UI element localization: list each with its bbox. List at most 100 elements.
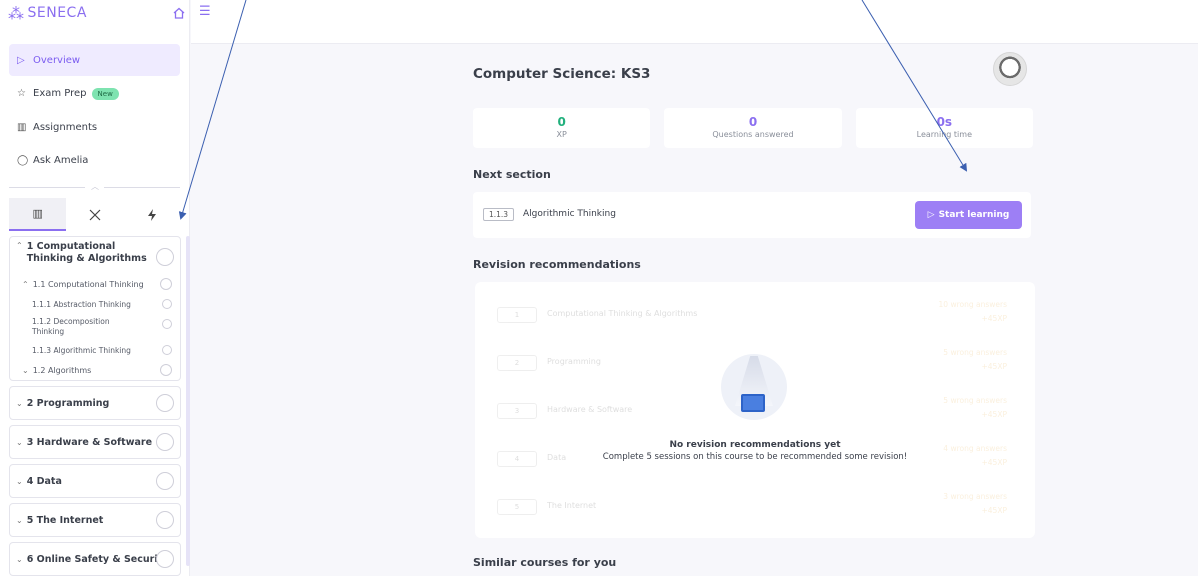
- stat-value: 0: [557, 115, 566, 129]
- toc-item-title: 1.1.1 Abstraction Thinking: [32, 299, 131, 309]
- revision-wrong: 5 wrong answers: [943, 348, 1007, 357]
- start-learning-button[interactable]: ▷ Start learning: [915, 201, 1022, 229]
- revision-wrong: 10 wrong answers: [938, 300, 1007, 309]
- toc-section[interactable]: ⌄ 6 Online Safety & Security: [9, 542, 181, 576]
- main-nav: ▷ Overview ☆ Exam Prep New ▥ Assignments…: [0, 44, 189, 177]
- revision-name: Programming: [547, 357, 601, 366]
- revision-row: 5 The Internet 3 wrong answers +45XP: [497, 492, 1017, 522]
- star-icon: ☆: [17, 88, 26, 100]
- chevron-down-icon: ⌄: [22, 365, 29, 375]
- play-outline-icon: ▷: [17, 54, 25, 66]
- toc-item-title: 1.1.2 Decomposition Thinking: [32, 317, 110, 336]
- nav-item-ask-amelia[interactable]: ◯ Ask Amelia: [9, 145, 180, 177]
- nav-item-overview[interactable]: ▷ Overview: [9, 44, 180, 76]
- revision-chip: 5: [497, 499, 537, 515]
- empty-state-text: Complete 5 sessions on this course to be…: [602, 452, 908, 462]
- nav-item-assignments[interactable]: ▥ Assignments: [9, 111, 180, 143]
- progress-ring: [162, 299, 172, 309]
- new-badge: New: [91, 87, 119, 100]
- revision-xp: +45XP: [981, 506, 1008, 515]
- home-icon[interactable]: [172, 6, 186, 20]
- progress-ring: [156, 394, 174, 412]
- stat-label: Questions answered: [712, 130, 794, 139]
- play-outline-icon: ▷: [927, 210, 935, 220]
- toc-section-title: 5 The Internet: [26, 514, 104, 526]
- tab-quick[interactable]: [124, 198, 181, 231]
- toc-subsection-title: 1.1 Computational Thinking: [32, 279, 144, 289]
- seneca-logo-icon: ⁂: [8, 3, 25, 23]
- toc-item[interactable]: 1.1.2 Decomposition Thinking: [10, 314, 180, 340]
- revision-wrong: 5 wrong answers: [943, 396, 1007, 405]
- progress-ring: [156, 248, 174, 266]
- revision-card: 1 Computational Thinking & Algorithms 10…: [475, 282, 1035, 538]
- stat-card-xp: 0 XP: [473, 108, 651, 148]
- page-title: Computer Science: KS3: [473, 66, 651, 82]
- toc-section[interactable]: ⌄ 4 Data: [9, 464, 181, 498]
- tab-contents[interactable]: ▥: [9, 198, 67, 231]
- progress-ring: [160, 364, 172, 376]
- logo-text: SENECA: [27, 5, 87, 21]
- seneca-logo[interactable]: ⁂ SENECA: [8, 4, 87, 23]
- nav-item-label: Exam Prep: [33, 88, 87, 100]
- nav-item-label: Overview: [33, 54, 81, 66]
- toc-section[interactable]: ⌄ 3 Hardware & Software: [9, 425, 181, 459]
- close-icon: [89, 209, 101, 220]
- toc-subsection[interactable]: ⌃ 1.1 Computational Thinking: [10, 274, 180, 294]
- toc-item[interactable]: 1.1.1 Abstraction Thinking: [10, 294, 180, 314]
- toc-subsection-title: 1.2 Algorithms: [32, 365, 92, 375]
- empty-state-illustration: [721, 354, 787, 420]
- sidebar-scrollbar[interactable]: [186, 236, 190, 566]
- chevron-down-icon: ⌄: [16, 554, 23, 564]
- next-section-name: Algorithmic Thinking: [523, 209, 616, 219]
- revision-xp: +45XP: [981, 362, 1008, 371]
- chevron-up-icon: ︿: [91, 182, 99, 191]
- menu-icon[interactable]: ☰: [199, 5, 213, 19]
- toc-section-title: 1 Computational Thinking & Algorithms: [26, 241, 147, 264]
- start-learning-label: Start learning: [938, 210, 1010, 220]
- stat-value: 0s: [936, 115, 953, 129]
- progress-ring: [156, 511, 174, 529]
- progress-ring: [156, 550, 174, 568]
- books-icon: ▥: [17, 121, 27, 133]
- chevron-up-icon: ⌃: [22, 279, 29, 289]
- laptop-icon: [741, 394, 765, 412]
- books-icon: ▥: [32, 207, 43, 220]
- next-section-heading: Next section: [473, 168, 551, 181]
- nav-item-label: Ask Amelia: [33, 155, 89, 167]
- toc-subsection[interactable]: ⌄ 1.2 Algorithms: [10, 360, 180, 380]
- toc-item-title: 1.1.3 Algorithmic Thinking: [32, 345, 131, 355]
- revision-xp: +45XP: [981, 410, 1008, 419]
- top-bar: [191, 0, 1198, 44]
- toc-section-header[interactable]: ⌃ 1 Computational Thinking & Algorithms: [10, 237, 180, 274]
- toc-section[interactable]: ⌄ 2 Programming: [9, 386, 181, 420]
- revision-xp: +45XP: [981, 314, 1008, 323]
- revision-name: The Internet: [547, 501, 597, 510]
- toc-item[interactable]: 1.1.3 Algorithmic Thinking: [10, 340, 180, 360]
- tab-close[interactable]: [66, 198, 123, 231]
- similar-courses-heading: Similar courses for you: [473, 556, 617, 569]
- divider-line: [9, 187, 85, 188]
- chat-bubble-icon: ◯: [17, 155, 29, 167]
- progress-ring: [162, 319, 172, 329]
- next-section-card: 1.1.3 Algorithmic Thinking ▷ Start learn…: [473, 192, 1031, 238]
- section-code-chip: 1.1.3: [483, 208, 515, 221]
- progress-ring: [156, 472, 174, 490]
- progress-ring: [162, 345, 172, 355]
- stat-card-questions: 0 Questions answered: [664, 108, 842, 148]
- revision-name: Hardware & Software: [547, 405, 633, 414]
- revision-chip: 2: [497, 355, 537, 371]
- toc-section: ⌃ 1 Computational Thinking & Algorithms …: [9, 236, 181, 381]
- course-avatar[interactable]: [993, 52, 1027, 86]
- chevron-down-icon: ⌄: [16, 437, 23, 447]
- toc-section-title: 4 Data: [26, 475, 62, 487]
- toc-section-title: 3 Hardware & Software: [26, 436, 153, 448]
- toc-section[interactable]: ⌄ 5 The Internet: [9, 503, 181, 537]
- sidebar: ⁂ SENECA ▷ Overview ☆ Exam Prep New ▥ As…: [0, 0, 190, 576]
- stats-row: 0 XP 0 Questions answered 0s Learning ti…: [473, 108, 1033, 148]
- chevron-up-icon: ⌃: [16, 241, 23, 250]
- nav-item-exam-prep[interactable]: ☆ Exam Prep New: [9, 78, 180, 110]
- progress-ring: [160, 278, 172, 290]
- collapse-divider[interactable]: ︿: [9, 182, 180, 192]
- stat-card-learning-time: 0s Learning time: [855, 108, 1033, 148]
- chevron-down-icon: ⌄: [16, 398, 23, 408]
